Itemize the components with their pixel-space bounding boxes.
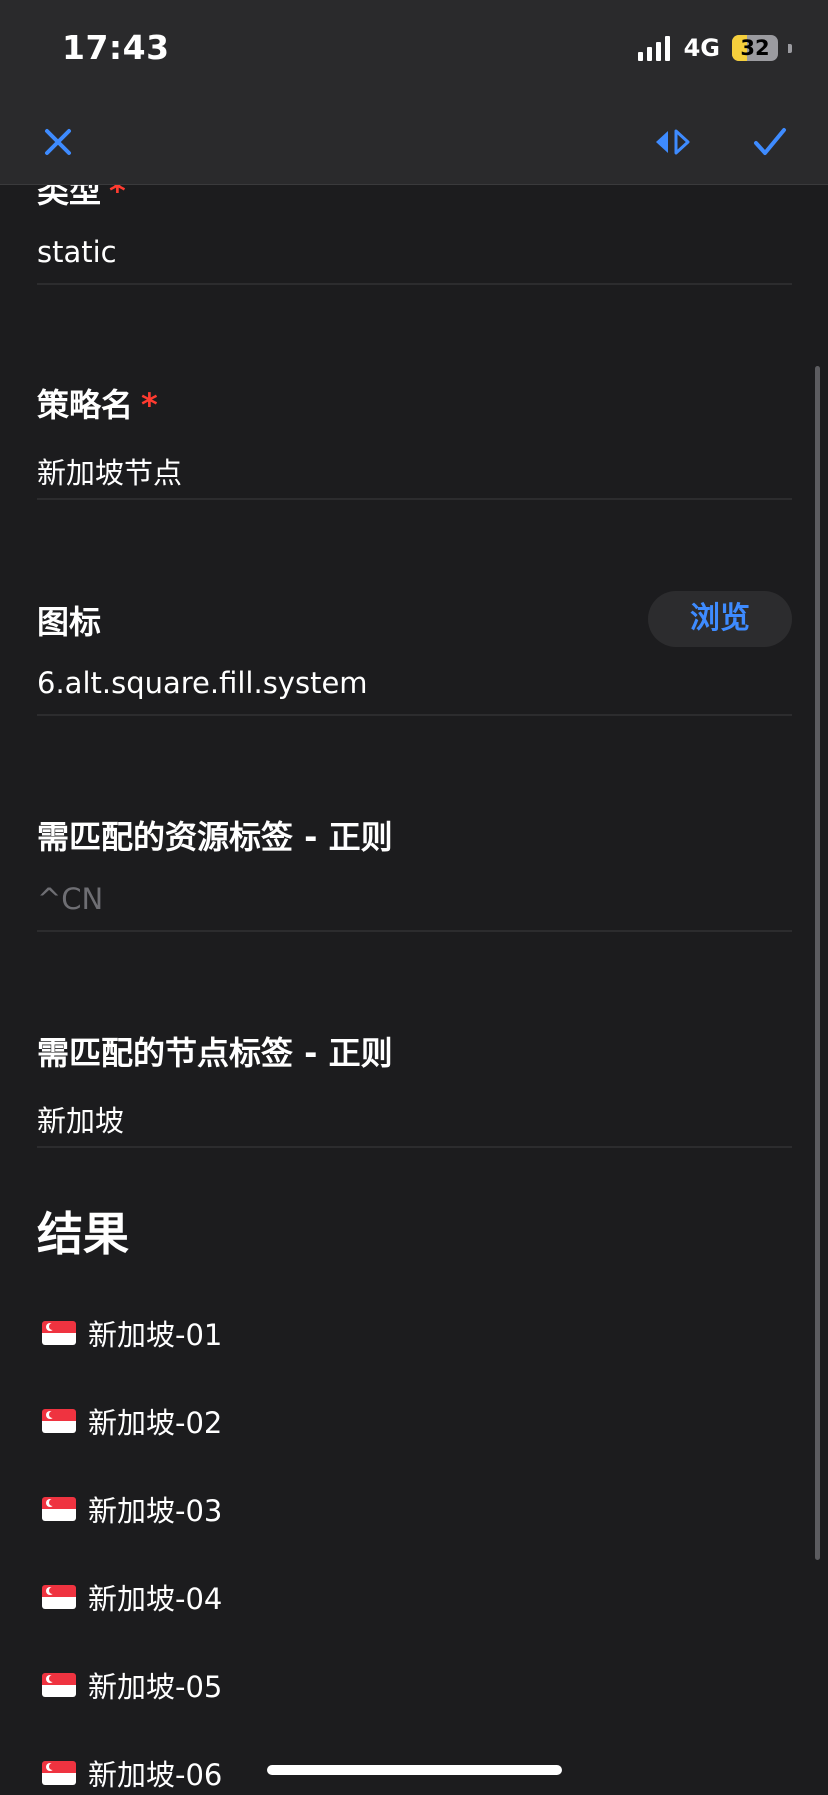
singapore-flag-icon xyxy=(42,1409,76,1433)
result-item: 新加坡-04 xyxy=(42,1575,222,1619)
node-tag-regex-label: 需匹配的节点标签 - 正则 xyxy=(37,1034,393,1072)
resource-tag-regex-input[interactable]: ^CN xyxy=(37,882,103,916)
toggle-direction-icon xyxy=(656,129,690,155)
divider xyxy=(37,498,792,500)
battery-icon: 32 xyxy=(732,35,778,61)
result-item: 新加坡-02 xyxy=(42,1399,222,1443)
divider xyxy=(37,1146,792,1148)
result-label: 新加坡-02 xyxy=(88,1406,223,1440)
status-bar: 17:43 4G 32 xyxy=(0,0,828,100)
scroll-indicator[interactable] xyxy=(815,366,820,1560)
divider xyxy=(37,283,792,285)
result-item: 新加坡-06 xyxy=(42,1751,222,1795)
network-type: 4G xyxy=(683,34,720,62)
divider xyxy=(37,714,792,716)
result-label: 新加坡-03 xyxy=(88,1494,223,1528)
icon-label: 图标 xyxy=(37,603,102,641)
status-time: 17:43 xyxy=(62,28,170,67)
singapore-flag-icon xyxy=(42,1761,76,1785)
node-tag-regex-input[interactable]: 新加坡 xyxy=(37,1098,124,1140)
singapore-flag-icon xyxy=(42,1585,76,1609)
singapore-flag-icon xyxy=(42,1497,76,1521)
form-content[interactable]: 类型 * static 策略名 * 新加坡节点 图标 浏览 6.alt.square… xyxy=(0,0,828,1792)
singapore-flag-icon xyxy=(42,1321,76,1345)
status-indicators: 4G 32 xyxy=(637,34,792,62)
result-label: 新加坡-06 xyxy=(88,1758,223,1792)
battery-percent: 32 xyxy=(740,36,770,60)
toggle-direction-button[interactable] xyxy=(646,116,698,168)
browse-button[interactable]: 浏览 xyxy=(648,591,792,647)
required-mark: * xyxy=(141,386,158,424)
checkmark-icon xyxy=(754,128,786,155)
result-item: 新加坡-03 xyxy=(42,1487,222,1531)
divider xyxy=(37,930,792,932)
result-label: 新加坡-04 xyxy=(88,1582,223,1616)
policy-name-label: 策略名 * xyxy=(37,386,158,424)
resource-tag-regex-label: 需匹配的资源标签 - 正则 xyxy=(37,818,393,856)
close-button[interactable] xyxy=(32,116,84,168)
policy-name-input[interactable]: 新加坡节点 xyxy=(37,450,182,492)
icon-input[interactable]: 6.alt.square.fill.system xyxy=(37,666,368,700)
results-title: 结果 xyxy=(37,1207,129,1261)
close-icon xyxy=(45,129,71,155)
result-item: 新加坡-01 xyxy=(42,1311,222,1355)
home-indicator[interactable] xyxy=(267,1765,562,1775)
result-label: 新加坡-05 xyxy=(88,1670,223,1704)
result-label: 新加坡-01 xyxy=(88,1318,223,1352)
type-value[interactable]: static xyxy=(37,235,117,269)
done-button[interactable] xyxy=(744,116,796,168)
singapore-flag-icon xyxy=(42,1673,76,1697)
cellular-signal-icon xyxy=(637,35,670,61)
result-item: 新加坡-05 xyxy=(42,1663,222,1707)
navigation-bar xyxy=(0,100,828,185)
